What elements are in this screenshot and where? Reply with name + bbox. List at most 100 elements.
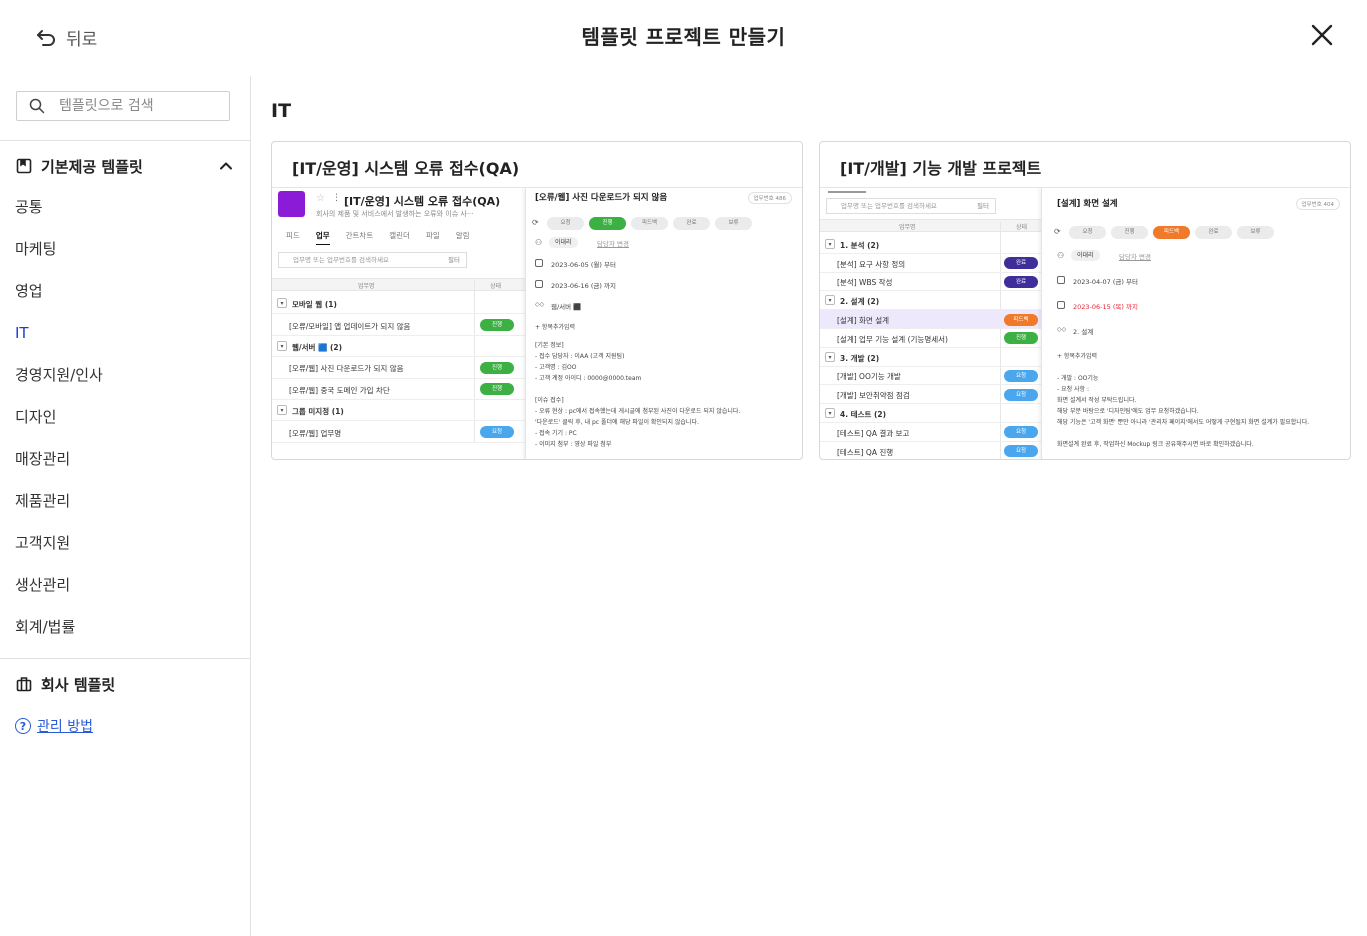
preview-task-number: 업무번호 486	[747, 192, 792, 204]
collapse-icon: ▾	[825, 351, 835, 362]
preview-status-option: 완료	[673, 217, 710, 230]
preview-row-text: [개발] 보안취약점 점검	[837, 391, 910, 401]
collapse-icon: ▾	[825, 238, 835, 249]
preview-filter: 필터	[448, 256, 460, 264]
preview-status-pill: 요청	[480, 426, 514, 439]
preview-detail-title: [오류/웹] 사진 다운로드가 되지 않음	[535, 193, 668, 203]
preview-tab: 간트차트	[345, 231, 374, 240]
preview-task-detail: [오류/웹] 사진 다운로드가 되지 않음 업무번호 486 ⟳ 요청 진행 피드백 완료 보…	[525, 188, 802, 459]
template-preview: ☆ ⋮ [IT/운영] 시스템 오류 접수(QA) 회사의 제품 및 서비스에서…	[272, 187, 802, 459]
preview-search: 업무명 또는 업무번호를 검색하세요 필터	[278, 252, 467, 268]
preview-assignee-change: 담당자 변경	[1119, 253, 1151, 261]
preview-task-list: 업무명 또는 업무번호를 검색하세요 필터 업무명 상태 ▾ 1. 분석 (2) […	[820, 188, 1041, 459]
preview-body-line: 해당 부분 바탕으로 '디자인팀'에도 업무 요청하겠습니다.	[1057, 408, 1199, 415]
preview-body-line: '다운로드' 클릭 후, 내 pc 폴더에 해당 파일이 확인되지 않습니다.	[535, 419, 699, 426]
preview-row-text: [분석] 요구 사항 정의	[837, 259, 906, 269]
collapse-icon: ▾	[277, 405, 287, 416]
sidebar-category[interactable]: 공통	[15, 196, 103, 238]
preview-status-option: 피드백	[631, 217, 668, 230]
help-link-label[interactable]: 관리 방법	[37, 716, 93, 736]
preview-task-row: [오류/웹] 업무명 요청	[272, 421, 525, 443]
company-templates-header[interactable]: 회사 템플릿	[16, 673, 234, 695]
sidebar-category[interactable]: 제품관리	[15, 490, 103, 532]
template-icon	[16, 158, 32, 174]
briefcase-icon	[16, 677, 32, 692]
builtin-templates-header[interactable]: 기본제공 템플릿	[16, 155, 234, 177]
template-search[interactable]	[16, 91, 230, 121]
sidebar-category[interactable]: 회계/법률	[15, 616, 103, 658]
preview-task-list: ☆ ⋮ [IT/운영] 시스템 오류 접수(QA) 회사의 제품 및 서비스에서…	[272, 188, 525, 459]
sidebar-category[interactable]: 고객지원	[15, 532, 103, 574]
page-title: 템플릿 프로젝트 만들기	[581, 25, 786, 49]
preview-task-row: [테스트] QA 진행 요청	[820, 442, 1041, 459]
tag-icon: ◇◇	[535, 301, 545, 308]
preview-body-line: - 접수 담당자 : 이AA (고객 지원팀)	[535, 353, 625, 360]
preview-add-item: + 항목추가입력	[1057, 353, 1098, 360]
preview-row-text: 2. 설계 (2)	[840, 297, 880, 307]
template-card[interactable]: [IT/운영] 시스템 오류 접수(QA) ☆ ⋮ [IT/운영] 시스템 오류…	[271, 141, 803, 460]
template-card[interactable]: [IT/개발] 기능 개발 프로젝트 업무명 또는 업무번호를 검색하세요 필터…	[819, 141, 1351, 460]
preview-row-text: [설계] 화면 설계	[837, 316, 890, 326]
help-link[interactable]: ? 관리 방법	[15, 716, 93, 736]
sidebar-category[interactable]: 매장관리	[15, 448, 103, 490]
preview-assignee-change: 담당자 변경	[597, 240, 629, 248]
status-icon: ⟳	[532, 218, 539, 227]
sidebar-category[interactable]: 디자인	[15, 406, 103, 448]
status-icon: ⟳	[1054, 227, 1061, 236]
chevron-up-icon[interactable]	[218, 158, 234, 174]
help-icon: ?	[15, 718, 31, 734]
preview-row-text: [설계] 업무 기능 설계 (기능명세서)	[837, 334, 948, 344]
preview-row-text: 1. 분석 (2)	[840, 240, 880, 250]
preview-col-name: 업무명	[899, 224, 916, 231]
sidebar-category[interactable]: 생산관리	[15, 574, 103, 616]
preview-tabs: 피드 업무 간트차트 캘린더 파일 알림	[286, 230, 470, 245]
preview-status-pill: 진행	[1004, 332, 1038, 345]
preview-task-row: [오류/웹] 중국 도메인 가입 차단 진행	[272, 379, 525, 400]
preview-status-option: 진행	[1111, 226, 1148, 239]
preview-col-status: 상태	[1016, 224, 1028, 231]
preview-body-line: 화면설계 완료 후, 작업하신 Mockup 링크 공유해주시면 바로 확인하겠…	[1057, 441, 1254, 448]
preview-filter: 필터	[977, 202, 989, 210]
preview-status-pill: 요청	[1004, 388, 1038, 401]
preview-status-pill: 완료	[1004, 257, 1038, 270]
close-icon[interactable]	[1308, 21, 1336, 49]
collapse-icon: ▾	[277, 298, 287, 309]
preview-task-row: [개발] 보안취약점 점검 요청	[820, 385, 1041, 405]
preview-start-date: 2023-04-07 (금) 부터	[1073, 278, 1138, 286]
preview-group-row: ▾ 3. 개발 (2)	[820, 348, 1041, 367]
preview-row-text: 4. 테스트 (2)	[840, 410, 887, 420]
preview-project-title: [IT/운영] 시스템 오류 접수(QA)	[344, 195, 501, 208]
preview-body-line: 화면 설계서 작성 부탁드립니다.	[1057, 397, 1137, 404]
sidebar-category[interactable]: 마케팅	[15, 238, 103, 280]
project-logo	[278, 191, 305, 217]
preview-assignee-chip: 이대리	[549, 237, 578, 248]
preview-group-row: ▾ 1. 분석 (2)	[820, 235, 1041, 254]
preview-top-bar	[828, 191, 866, 193]
preview-task-row: [테스트] QA 결과 보고 요청	[820, 423, 1041, 442]
preview-status-pill: 요청	[1004, 445, 1038, 458]
preview-tab: 파일	[425, 231, 440, 240]
preview-body-line: - 이미지 첨부 : 영상 파일 첨부	[535, 441, 612, 448]
preview-group-row: ▾ 4. 테스트 (2)	[820, 404, 1041, 423]
preview-body-line: - 오류 현상 : pc에서 접속했는데 게시글에 첨부된 사진이 다운로드 되…	[535, 408, 741, 415]
preview-row-text: 모바일 웹 (1)	[292, 300, 337, 310]
preview-status-option: 요청	[547, 217, 584, 230]
sidebar-category[interactable]: 경영지원/인사	[15, 364, 103, 406]
preview-detail-title: [설계] 화면 설계	[1057, 199, 1118, 209]
star-icon: ☆	[316, 193, 325, 204]
template-search-input[interactable]	[59, 98, 209, 114]
preview-row-text: [오류/웹] 사진 다운로드가 되지 않음	[289, 364, 404, 374]
preview-status-group: 요청 진행 피드백 완료 보류	[547, 217, 752, 230]
template-card-title: [IT/운영] 시스템 오류 접수(QA)	[292, 159, 520, 178]
preview-body-line: - 요청 사항 :	[1057, 386, 1089, 393]
preview-row-text: 3. 개발 (2)	[840, 353, 880, 363]
preview-row-text: [오류/웹] 중국 도메인 가입 차단	[289, 385, 390, 395]
preview-body-line: [기본 정보]	[535, 342, 564, 349]
sidebar-category[interactable]: IT	[15, 322, 103, 364]
preview-search: 업무명 또는 업무번호를 검색하세요 필터	[826, 198, 996, 214]
template-preview: 업무명 또는 업무번호를 검색하세요 필터 업무명 상태 ▾ 1. 분석 (2) […	[820, 187, 1350, 459]
sidebar-category[interactable]: 영업	[15, 280, 103, 322]
collapse-icon: ▾	[277, 340, 287, 351]
sidebar-divider	[0, 658, 250, 659]
preview-tab: 업무	[315, 230, 330, 245]
